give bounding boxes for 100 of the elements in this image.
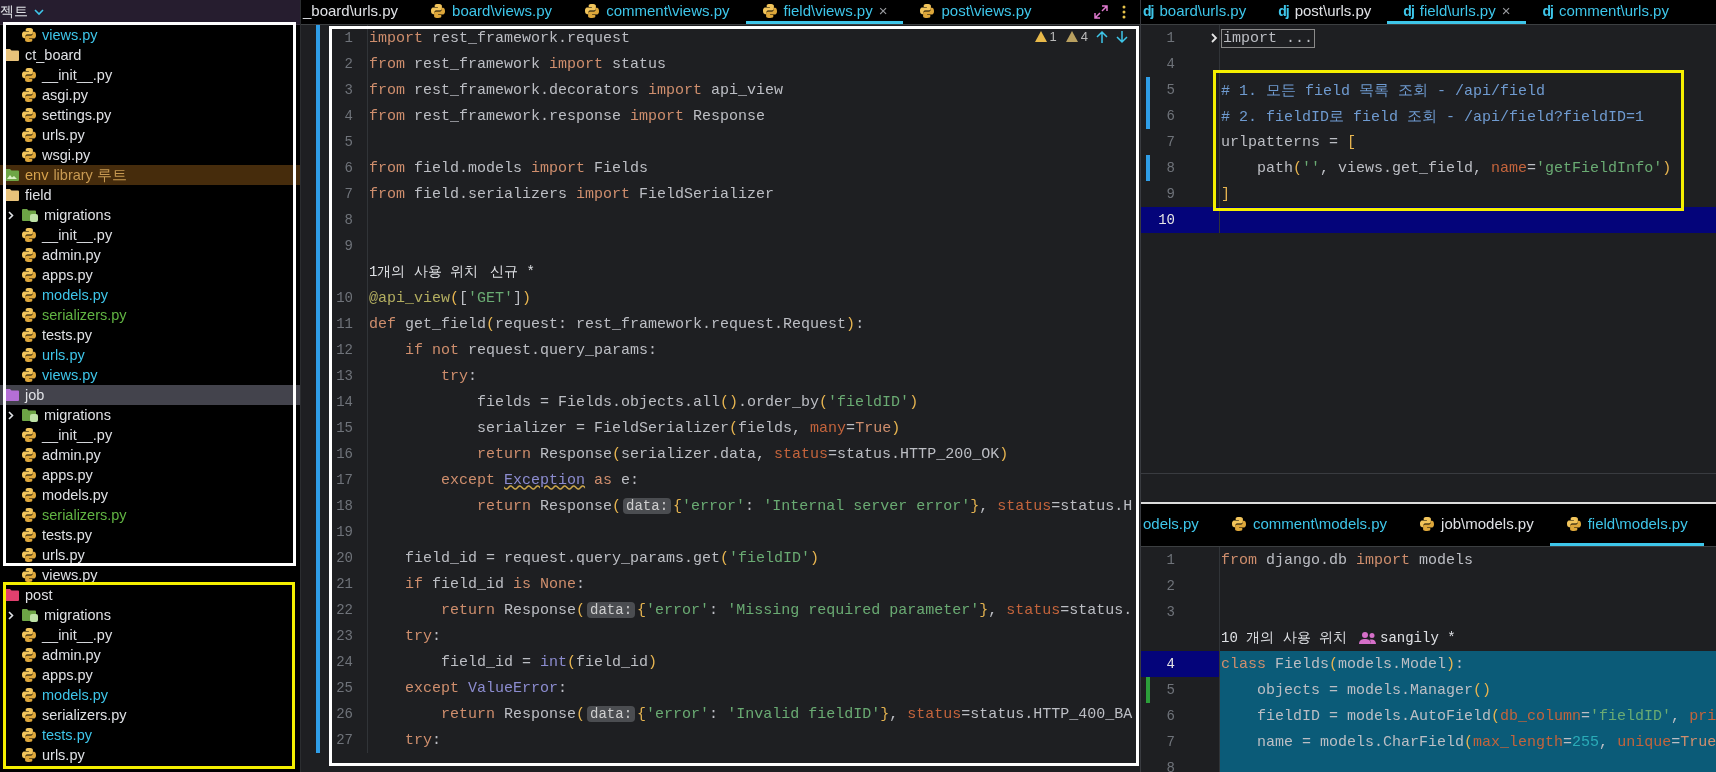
tree-item[interactable]: tests.py <box>0 525 300 545</box>
file-type-icon <box>430 2 447 19</box>
close-icon[interactable]: × <box>1501 2 1511 19</box>
file-type-icon <box>21 87 37 103</box>
tree-item[interactable]: apps.py <box>0 265 300 285</box>
close-icon[interactable]: × <box>878 2 888 19</box>
usages-hint[interactable]: 1개의 사용 위치 <box>369 263 479 281</box>
editor-tab[interactable]: post\views.py <box>903 0 1048 24</box>
line-number: 9 <box>343 238 353 254</box>
file-type-icon <box>761 2 778 19</box>
tree-item[interactable]: urls.py <box>0 745 300 765</box>
editor-tab[interactable]: comment\models.py <box>1214 504 1404 546</box>
tree-item[interactable]: __init__.py <box>0 225 300 245</box>
line-number: 4 <box>343 108 353 124</box>
tree-item[interactable]: field <box>0 185 300 205</box>
file-type-icon <box>21 127 37 143</box>
line-number: 1 <box>1165 30 1175 46</box>
author-hint[interactable]: 신규 * <box>490 263 536 281</box>
usages-hint[interactable]: 10 개의 사용 위치 <box>1221 629 1347 647</box>
line-number: 4 <box>1165 56 1175 72</box>
arrow-down-icon[interactable] <box>1116 29 1128 44</box>
code-line: return Response( data: {'error': 'Missing required parameter'}, status=status. <box>440 601 1133 619</box>
tree-item[interactable]: apps.py <box>0 665 300 685</box>
warning-count[interactable]: 4 <box>1080 29 1088 44</box>
warning-icon[interactable] <box>1064 30 1079 43</box>
tree-item[interactable]: tests.py <box>0 325 300 345</box>
code-line: serializer = FieldSerializer(fields, many=True) <box>476 419 901 437</box>
code-line: from field.serializers import FieldSerializer <box>369 185 775 203</box>
editor-tab[interactable]: dj post\urls.py <box>1262 0 1388 24</box>
tree-item[interactable]: __init__.py <box>0 425 300 445</box>
code-line: except ValueError: <box>404 679 568 697</box>
chevron-down-icon[interactable] <box>34 8 44 16</box>
editor-tab[interactable]: board\views.py <box>414 0 569 24</box>
editor-tab[interactable]: dj board\urls.py <box>1141 0 1263 24</box>
chevron-icon[interactable] <box>1209 32 1219 44</box>
expand-icon[interactable] <box>1094 5 1108 19</box>
file-type-icon <box>21 307 37 323</box>
tree-item[interactable]: views.py <box>0 365 300 385</box>
tree-item[interactable]: ct_board <box>0 45 300 65</box>
editor-tab[interactable]: _board\urls.py <box>301 0 415 24</box>
tree-item[interactable]: urls.py <box>0 545 300 565</box>
editor-tab[interactable]: field\models.py <box>1549 504 1704 546</box>
file-type-icon <box>21 747 37 763</box>
line-number: 2 <box>1165 578 1175 594</box>
tree-item[interactable]: views.py <box>0 565 300 585</box>
warning-icon[interactable] <box>1033 30 1048 43</box>
editor-tab[interactable]: dj field\urls.py × <box>1387 0 1527 24</box>
tree-item[interactable]: migrations <box>0 205 300 225</box>
editor-tab[interactable]: comment\views.py <box>568 0 746 24</box>
tree-item[interactable]: __init__.py <box>0 625 300 645</box>
tree-item[interactable]: urls.py <box>0 125 300 145</box>
line-number: 8 <box>343 212 353 228</box>
line-number: 18 <box>335 498 353 514</box>
code-line: if field_id is None: <box>404 575 586 593</box>
line-number: 12 <box>335 342 353 358</box>
file-type-icon <box>21 487 37 503</box>
file-type-icon <box>584 2 601 19</box>
tree-item[interactable]: serializers.py <box>0 505 300 525</box>
tree-item[interactable]: models.py <box>0 485 300 505</box>
chevron-icon[interactable] <box>5 209 16 221</box>
file-type-icon <box>21 427 37 443</box>
tree-item[interactable]: env library 루트 <box>0 165 300 185</box>
code-line: from rest_framework.response import Response <box>369 107 766 125</box>
tree-item[interactable]: migrations <box>0 405 300 425</box>
chevron-icon[interactable] <box>5 409 16 421</box>
tree-item[interactable]: admin.py <box>0 445 300 465</box>
chevron-icon[interactable] <box>5 609 16 621</box>
editor-tab[interactable]: field\views.py × <box>745 0 904 24</box>
tree-item[interactable]: tests.py <box>0 725 300 745</box>
tree-item[interactable]: job <box>0 385 300 405</box>
line-number: 20 <box>335 550 353 566</box>
tree-item[interactable]: models.py <box>0 685 300 705</box>
editor-tab[interactable]: odels.py <box>1141 504 1215 546</box>
tree-item[interactable]: urls.py <box>0 345 300 365</box>
tree-item[interactable]: __init__.py <box>0 65 300 85</box>
tree-item[interactable]: views.py <box>0 25 300 45</box>
tree-item[interactable]: apps.py <box>0 465 300 485</box>
tree-item[interactable]: models.py <box>0 285 300 305</box>
line-number: 8 <box>1165 760 1175 772</box>
tree-item[interactable]: serializers.py <box>0 305 300 325</box>
tree-item[interactable]: admin.py <box>0 645 300 665</box>
line-number: 25 <box>335 680 353 696</box>
file-type-icon: dj <box>1403 2 1414 19</box>
editor-tab[interactable]: job\models.py <box>1403 504 1550 546</box>
tree-item[interactable]: migrations <box>0 605 300 625</box>
arrow-up-icon[interactable] <box>1096 29 1108 44</box>
warning-count[interactable]: 1 <box>1049 29 1057 44</box>
tree-item[interactable]: wsgi.py <box>0 145 300 165</box>
line-number: 13 <box>335 368 353 384</box>
more-icon[interactable] <box>1122 5 1126 19</box>
author-hint[interactable]: sangily * <box>1359 630 1456 646</box>
code-line: class Fields(models.Model): <box>1221 655 1465 673</box>
tree-item[interactable]: settings.py <box>0 105 300 125</box>
line-number: 3 <box>1165 604 1175 620</box>
tree-item[interactable]: serializers.py <box>0 705 300 725</box>
tree-item[interactable]: admin.py <box>0 245 300 265</box>
editor-tab[interactable]: dj comment\urls.py <box>1526 0 1685 24</box>
tree-item[interactable]: asgi.py <box>0 85 300 105</box>
file-type-icon: dj <box>1143 2 1154 19</box>
tree-item[interactable]: post <box>0 585 300 605</box>
